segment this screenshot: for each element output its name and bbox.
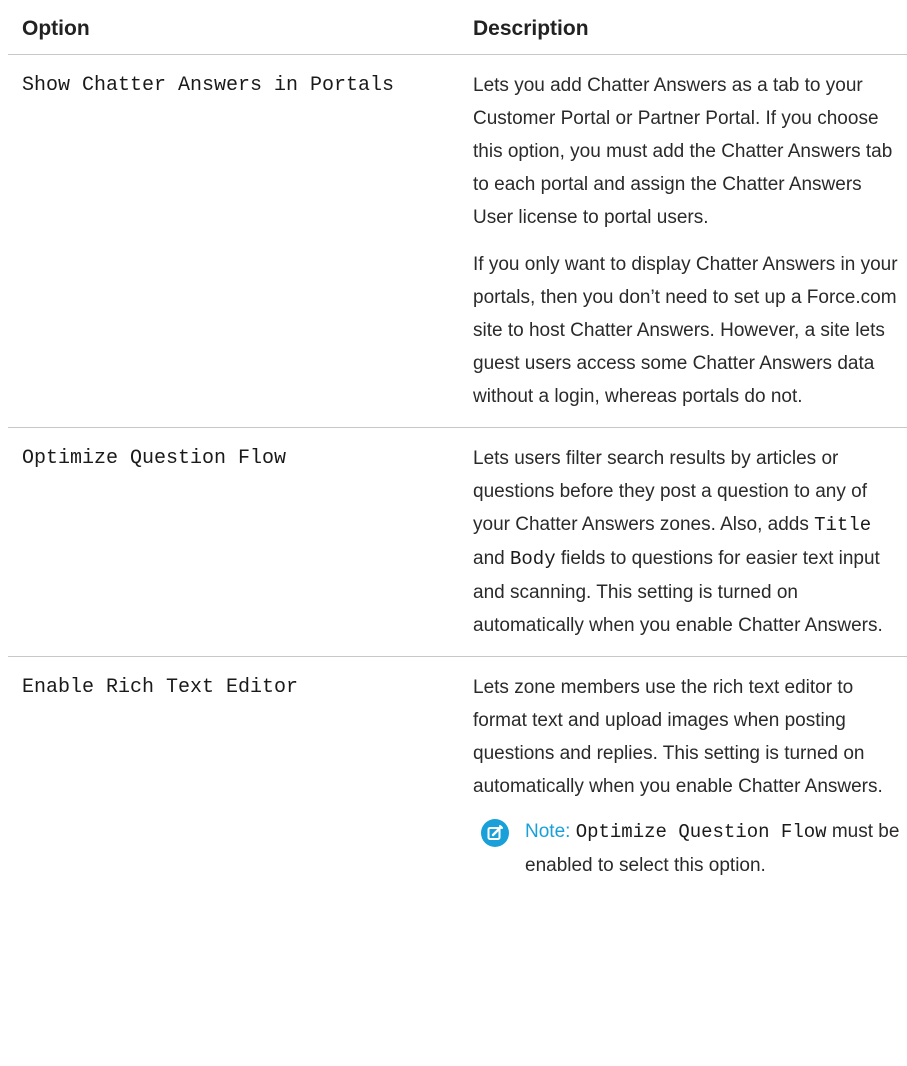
field-name-body: Body bbox=[509, 548, 556, 570]
table-row: Enable Rich Text Editor Lets zone member… bbox=[8, 657, 907, 897]
note-callout: Note: Optimize Question Flow must be ena… bbox=[473, 815, 907, 882]
document-page: Option Description Show Chatter Answers … bbox=[0, 0, 907, 1066]
option-name: Optimize Question Flow bbox=[8, 427, 459, 657]
option-description: Lets you add Chatter Answers as a tab to… bbox=[459, 54, 907, 428]
description-text: Lets users filter search results by arti… bbox=[473, 448, 867, 535]
note-setting-name: Optimize Question Flow bbox=[575, 821, 827, 843]
table-row: Show Chatter Answers in Portals Lets you… bbox=[8, 54, 907, 428]
description-text: and bbox=[473, 548, 510, 569]
option-description: Lets zone members use the rich text edit… bbox=[459, 657, 907, 897]
table-row: Optimize Question Flow Lets users filter… bbox=[8, 427, 907, 657]
column-header-description: Description bbox=[459, 0, 907, 55]
column-header-option: Option bbox=[8, 0, 459, 55]
options-table: Option Description Show Chatter Answers … bbox=[8, 0, 907, 896]
option-description: Lets users filter search results by arti… bbox=[459, 427, 907, 657]
option-name: Show Chatter Answers in Portals bbox=[8, 54, 459, 428]
description-paragraph: Lets users filter search results by arti… bbox=[473, 442, 907, 642]
note-label: Note: bbox=[525, 821, 571, 842]
description-paragraph: Lets you add Chatter Answers as a tab to… bbox=[473, 75, 893, 228]
field-name-title: Title bbox=[814, 514, 872, 536]
note-edit-icon bbox=[481, 819, 509, 847]
description-paragraph: If you only want to display Chatter Answ… bbox=[473, 254, 898, 407]
option-name: Enable Rich Text Editor bbox=[22, 676, 299, 699]
table-header-row: Option Description bbox=[8, 0, 907, 55]
description-paragraph: Lets zone members use the rich text edit… bbox=[473, 677, 883, 797]
